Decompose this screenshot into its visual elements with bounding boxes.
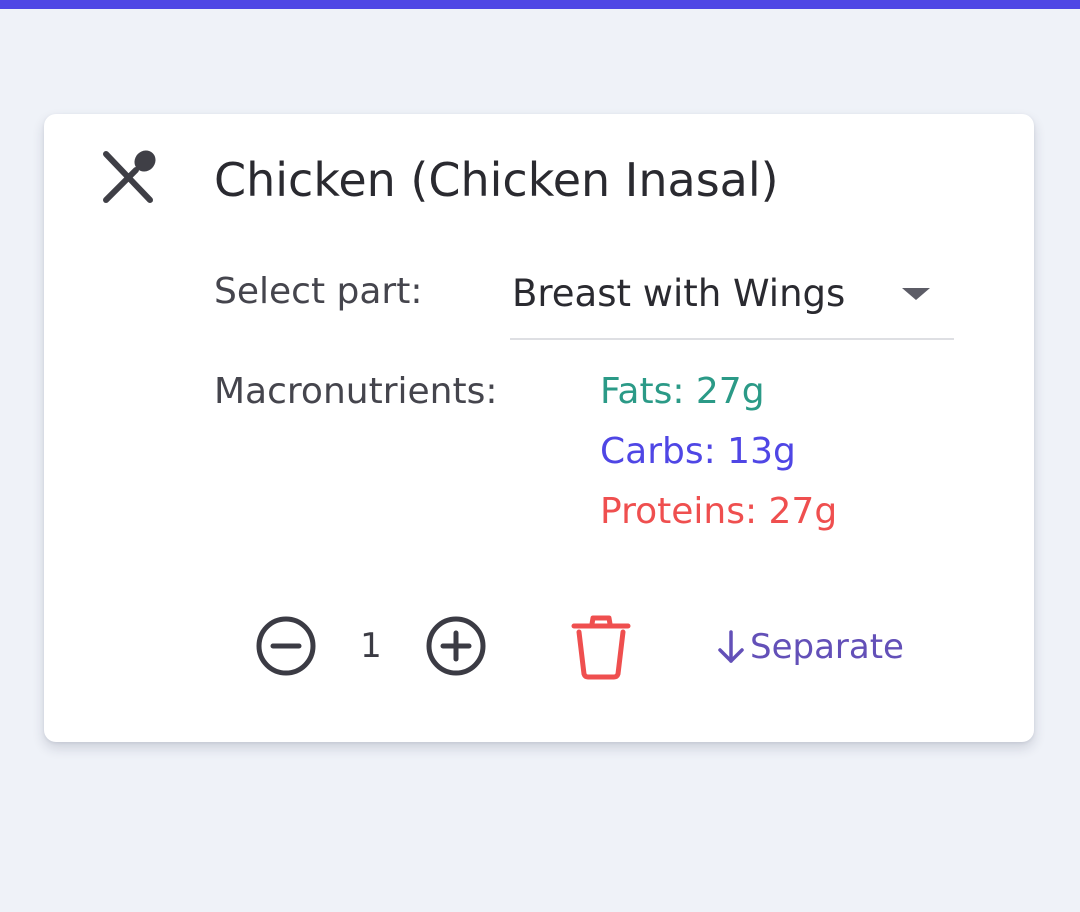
separate-button[interactable]: Separate xyxy=(716,622,904,672)
food-title: Chicken (Chicken Inasal) xyxy=(214,153,779,207)
fats-value: Fats: 27g xyxy=(600,371,765,412)
increase-quantity-button[interactable] xyxy=(424,614,488,678)
separate-label: Separate xyxy=(750,627,904,667)
caret-down-icon xyxy=(902,288,930,300)
top-accent-bar xyxy=(0,0,1080,9)
arrow-down-icon xyxy=(718,630,744,663)
decrease-quantity-button[interactable] xyxy=(254,614,318,678)
delete-button[interactable] xyxy=(570,614,632,680)
proteins-value: Proteins: 27g xyxy=(600,491,838,532)
minus-circle-icon xyxy=(256,616,316,676)
fork-spoon-icon xyxy=(103,150,156,203)
select-part-label: Select part: xyxy=(214,271,423,312)
part-select[interactable]: Breast with Wings xyxy=(510,264,954,340)
macronutrients-label: Macronutrients: xyxy=(214,371,498,412)
trash-icon xyxy=(571,615,631,680)
plus-circle-icon xyxy=(426,616,486,676)
carbs-value: Carbs: 13g xyxy=(600,431,796,472)
quantity-value: 1 xyxy=(360,626,382,666)
food-item-card: Chicken (Chicken Inasal) Select part: Br… xyxy=(44,114,1034,742)
part-select-value: Breast with Wings xyxy=(512,272,846,315)
